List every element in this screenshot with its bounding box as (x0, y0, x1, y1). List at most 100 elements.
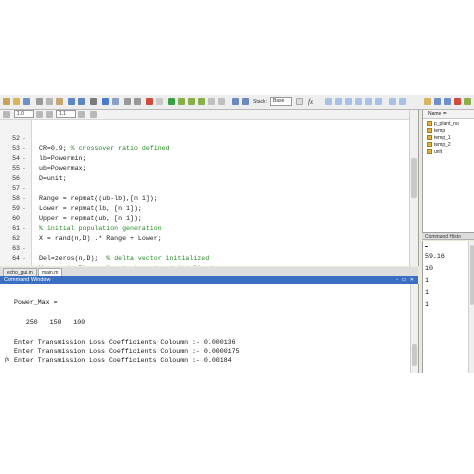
open-folder-icon[interactable] (13, 98, 20, 105)
code-line: 64- V=zeros(n,D); % mutant vector initia… (12, 255, 213, 266)
find-icon[interactable] (102, 98, 109, 105)
editor-scroll-thumb[interactable] (411, 158, 417, 198)
command-window-scrollbar[interactable] (410, 284, 418, 373)
split-horizontal-icon[interactable] (335, 98, 342, 105)
cell-divide-icon[interactable] (46, 111, 53, 118)
command-window-titlebar[interactable]: Command Window ▫ ▭ ✕ (0, 276, 418, 284)
workspace-new-var-icon[interactable] (424, 98, 431, 105)
editor-minimize-icon[interactable] (389, 98, 396, 105)
goto-icon[interactable] (112, 98, 119, 105)
workspace-name-header[interactable]: Name ≐ (423, 110, 474, 119)
dock-icon[interactable] (375, 98, 382, 105)
cell-eval-icon[interactable] (242, 98, 249, 105)
stack-select[interactable]: Base (270, 97, 292, 106)
editor-close-icon[interactable] (399, 98, 406, 105)
cell-mode-icon[interactable] (232, 98, 239, 105)
cell-plus-icon[interactable] (36, 111, 43, 118)
maximize-icon[interactable] (365, 98, 372, 105)
variable-icon (427, 142, 432, 147)
cell-scale-field[interactable]: 1.1 (56, 110, 76, 118)
command-output-line: 250 150 100 (14, 319, 86, 326)
command-output-line: Enter Transmission Loss Coefficients Col… (14, 357, 232, 364)
command-output-line: Power_Max = (14, 299, 58, 306)
code-line: 62 (12, 235, 20, 242)
history-scroll-thumb[interactable] (470, 245, 474, 305)
workspace-variable[interactable]: temp_1 (427, 135, 451, 142)
editor-toolbar: Stack: Base fx (0, 95, 474, 110)
workspace-plot-icon[interactable] (464, 98, 471, 105)
print-icon[interactable] (90, 98, 97, 105)
clear-breakpoints-icon[interactable] (156, 98, 163, 105)
code-line: 53- lb=Powermin; (12, 145, 87, 162)
cell-eval-small-icon[interactable] (90, 111, 97, 118)
step-icon[interactable] (178, 98, 185, 105)
history-separator (425, 246, 428, 247)
fx-icon[interactable]: fx (308, 98, 313, 106)
variable-icon (427, 121, 432, 126)
workspace-variable[interactable]: temp (427, 128, 445, 135)
code-line: 58- Lower = repmat(lb, [n 1]); (12, 195, 142, 212)
code-line: 59- Upper = repmat(ub, [n 1]); (12, 205, 142, 222)
new-file-icon[interactable] (3, 98, 10, 105)
float-icon[interactable] (355, 98, 362, 105)
command-history-panel[interactable]: 59.16 10 1 1 1 (422, 241, 474, 373)
window-controls[interactable]: ▫ ▭ ✕ (397, 277, 415, 283)
split-vertical-icon[interactable] (345, 98, 352, 105)
command-history-title[interactable]: Command Histo (422, 232, 474, 240)
command-window-scroll-thumb[interactable] (412, 344, 417, 366)
editor-scrollbar[interactable] (409, 110, 418, 266)
workspace-open-icon[interactable] (434, 98, 441, 105)
code-line: 56 (12, 175, 20, 182)
workspace-variable[interactable]: p_plant_no (427, 121, 459, 128)
command-output-line: Enter Transmission Loss Coefficients Col… (14, 348, 240, 355)
undo-icon[interactable] (68, 98, 75, 105)
matlab-window: Stack: Base fx 1.0 1.1 52- CR=0.9; % cro… (0, 95, 474, 373)
tab-main[interactable]: main.m (38, 268, 63, 276)
workspace-variable[interactable]: temp_2 (427, 142, 451, 149)
history-entry[interactable]: 10 (425, 263, 433, 274)
variable-icon (427, 128, 432, 133)
paste-icon[interactable] (56, 98, 63, 105)
run-icon[interactable] (168, 98, 175, 105)
workspace-save-icon[interactable] (444, 98, 451, 105)
back-icon[interactable] (124, 98, 131, 105)
command-window[interactable]: Power_Max = 250 150 100 Enter Transmissi… (0, 284, 419, 373)
exit-debug-icon[interactable] (218, 98, 225, 105)
code-line: 57- Range = repmat((ub-lb),[n 1]); (12, 185, 158, 202)
history-entry[interactable]: 1 (425, 275, 429, 286)
history-entry[interactable]: 1 (425, 299, 429, 310)
redo-icon[interactable] (78, 98, 85, 105)
tab-echo-gui[interactable]: echo_gui.m (3, 268, 37, 276)
history-entry[interactable]: 1 (425, 287, 429, 298)
stack-label: Stack: (253, 99, 267, 105)
step-out-icon[interactable] (198, 98, 205, 105)
workspace-variable[interactable]: unit (427, 149, 442, 156)
copy-icon[interactable] (46, 98, 53, 105)
fx-prompt-icon[interactable]: fx (5, 356, 9, 365)
cell-step-field[interactable]: 1.0 (14, 110, 34, 118)
history-entry[interactable]: 59.16 (425, 251, 445, 262)
forward-icon[interactable] (134, 98, 141, 105)
step-in-icon[interactable] (188, 98, 195, 105)
cell-minus-icon[interactable] (3, 111, 10, 118)
history-scrollbar[interactable] (468, 241, 474, 373)
cell-times-icon[interactable] (78, 111, 85, 118)
cell-toolbar: 1.0 1.1 (0, 110, 410, 120)
variable-icon (427, 149, 432, 154)
code-line: 63- Del=zeros(n,D); % delta vector initi… (12, 245, 210, 262)
workspace-panel: Name ≐ p_plant_no temp temp_1 temp_2 uni… (422, 110, 474, 232)
stack-dropdown-icon[interactable] (296, 98, 303, 105)
cut-icon[interactable] (36, 98, 43, 105)
save-icon[interactable] (23, 98, 30, 105)
code-line: 55- D=unit; (12, 165, 67, 182)
code-line: 60 % initial population generation (12, 215, 162, 232)
variable-icon (427, 135, 432, 140)
tile-layout-icon[interactable] (325, 98, 332, 105)
breakpoint-icon[interactable] (146, 98, 153, 105)
code-line: 61- X = rand(n,D) .* Range + Lower; (12, 225, 162, 242)
continue-icon[interactable] (208, 98, 215, 105)
code-line: 54- ub=Powermax; (12, 155, 87, 172)
code-line: 52- CR=0.9; % crossover ratio defined (12, 135, 170, 152)
code-editor[interactable]: 1.0 1.1 52- CR=0.9; % crossover ratio de… (0, 110, 419, 266)
workspace-delete-icon[interactable] (454, 98, 461, 105)
